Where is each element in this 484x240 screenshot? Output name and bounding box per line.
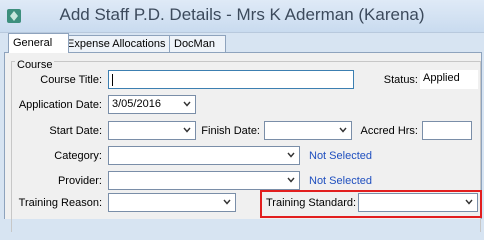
- finish-date-label: Finish Date:: [201, 125, 260, 137]
- application-date-label: Application Date:: [18, 99, 102, 111]
- chevron-down-icon[interactable]: [286, 175, 296, 185]
- chevron-down-icon[interactable]: [182, 99, 192, 109]
- provider-status: Not Selected: [309, 175, 372, 187]
- finish-date-picker[interactable]: [264, 121, 352, 140]
- window-title: Add Staff P.D. Details - Mrs K Aderman (…: [59, 5, 425, 24]
- tab-expense-allocations[interactable]: Expense Allocations: [62, 35, 176, 52]
- accred-hrs-label: Accred Hrs:: [360, 125, 418, 137]
- training-standard-dropdown[interactable]: [358, 193, 478, 212]
- provider-dropdown[interactable]: [108, 171, 300, 190]
- course-title-input[interactable]: [108, 70, 354, 89]
- chevron-down-icon[interactable]: [182, 125, 192, 135]
- course-title-label: Course Title:: [40, 74, 102, 86]
- title-bar: Add Staff P.D. Details - Mrs K Aderman (…: [0, 0, 484, 33]
- tab-general[interactable]: General: [8, 33, 69, 53]
- chevron-down-icon[interactable]: [464, 197, 474, 207]
- chevron-down-icon[interactable]: [286, 150, 296, 160]
- start-date-label: Start Date:: [49, 125, 102, 137]
- training-reason-label: Training Reason:: [18, 197, 102, 209]
- category-label: Category:: [54, 150, 102, 162]
- accred-hrs-input[interactable]: [422, 121, 472, 140]
- status-value: Applied: [420, 70, 478, 89]
- application-date-picker[interactable]: 3/05/2016: [108, 95, 196, 114]
- text-caret: [112, 74, 113, 86]
- category-status: Not Selected: [309, 150, 372, 162]
- category-dropdown[interactable]: [108, 146, 300, 165]
- chevron-down-icon[interactable]: [338, 125, 348, 135]
- status-label: Status:: [383, 74, 418, 86]
- provider-label: Provider:: [57, 175, 102, 187]
- training-standard-label: Training Standard:: [266, 197, 357, 209]
- tab-docman[interactable]: DocMan: [169, 35, 226, 52]
- start-date-picker[interactable]: [108, 121, 196, 140]
- training-reason-dropdown[interactable]: [108, 193, 236, 212]
- chevron-down-icon[interactable]: [222, 197, 232, 207]
